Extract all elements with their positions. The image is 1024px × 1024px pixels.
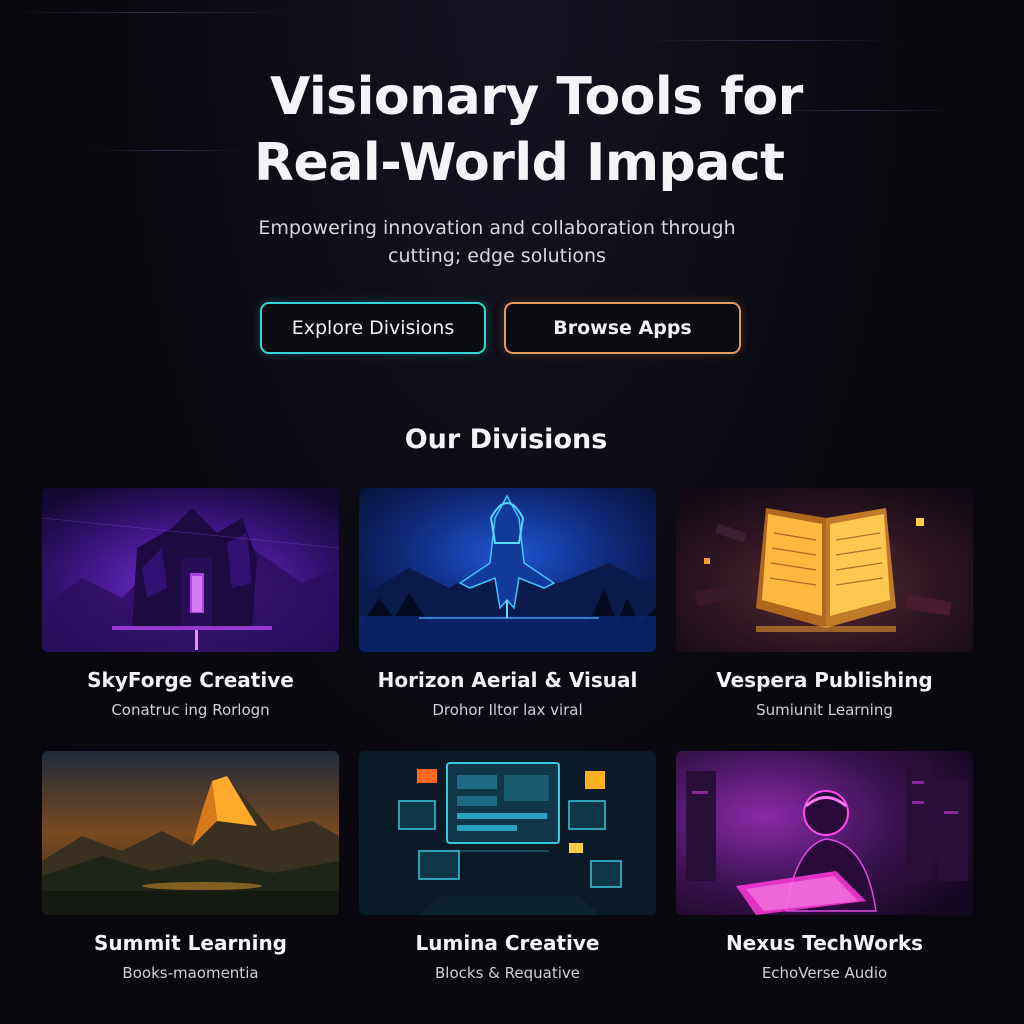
- divisions-heading: Our Divisions: [404, 424, 608, 455]
- division-description: Conatruc ing Rorlogn: [111, 701, 270, 719]
- explore-divisions-button[interactable]: Explore Divisions: [260, 302, 486, 354]
- hero-title-line-2: Real-World Impact: [254, 133, 785, 193]
- hero-title-line-1: Visionary Tools for: [270, 67, 803, 127]
- division-description: Sumiunit Learning: [756, 701, 893, 719]
- purple-fortress-image: [42, 488, 339, 652]
- division-description: Books-maomentia: [122, 964, 259, 982]
- holographic-screens-image: [359, 751, 656, 915]
- background-streak: [640, 40, 900, 41]
- background-streak: [0, 12, 300, 13]
- division-card-summit[interactable]: Summit Learning Books-maomentia: [42, 751, 339, 982]
- browse-apps-button[interactable]: Browse Apps: [504, 302, 741, 354]
- neon-person-keyboard-image: [676, 751, 973, 915]
- glowing-book-image: [676, 488, 973, 652]
- division-card-vespera[interactable]: Vespera Publishing Sumiunit Learning: [676, 488, 973, 719]
- division-card-nexus[interactable]: Nexus TechWorks EchoVerse Audio: [676, 751, 973, 982]
- division-name: Lumina Creative: [415, 931, 600, 955]
- mountain-sunset-image: [42, 751, 339, 915]
- division-description: EchoVerse Audio: [761, 964, 888, 982]
- division-card-horizon[interactable]: Horizon Aerial & Visual Drohor Iltor lax…: [359, 488, 656, 719]
- division-description: Blocks & Requative: [435, 964, 580, 982]
- division-card-lumina[interactable]: Lumina Creative Blocks & Requative: [359, 751, 656, 982]
- division-name: Nexus TechWorks: [725, 931, 924, 955]
- division-description: Drohor Iltor lax viral: [432, 701, 583, 719]
- division-name: Horizon Aerial & Visual: [377, 668, 638, 692]
- hero-title: Visionary Tools for Real-World Impact: [0, 64, 1024, 196]
- division-name: Vespera Publishing: [716, 668, 933, 692]
- division-card-skyforge[interactable]: SkyForge Creative Conatruc ing Rorlogn: [42, 488, 339, 719]
- hero-subtitle-line-2: cutting; edge solutions: [388, 245, 606, 267]
- blue-aircraft-image: [359, 488, 656, 652]
- hero-subtitle: Empowering innovation and collaboration …: [212, 214, 782, 270]
- division-name: Summit Learning: [93, 931, 288, 955]
- division-name: SkyForge Creative: [87, 668, 294, 692]
- hero-subtitle-line-1: Empowering innovation and collaboration …: [258, 217, 736, 239]
